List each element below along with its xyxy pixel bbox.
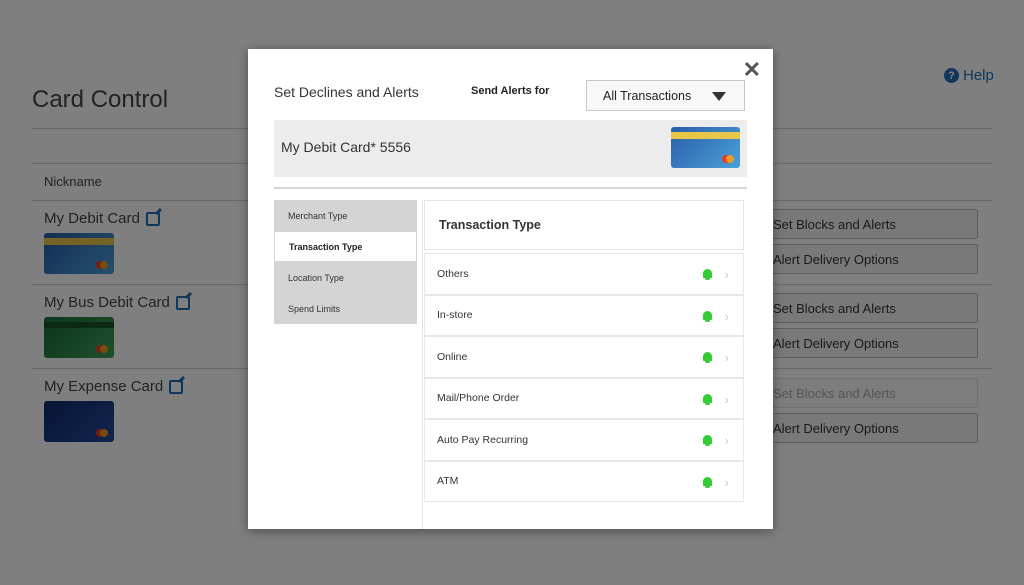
chevron-right-icon: › [724,308,729,324]
bell-icon [702,352,713,363]
row-label: Auto Pay Recurring [437,433,529,446]
row-label: ATM [437,475,459,488]
row-label: In-store [437,309,473,322]
list-item[interactable]: ATM › [424,460,744,502]
selected-card-label: My Debit Card* 5556 [281,139,411,155]
set-declines-alerts-modal: ✕ Set Declines and Alerts Send Alerts fo… [248,49,773,529]
divider [274,187,747,189]
nav-location-type[interactable]: Location Type [274,262,417,293]
card-image [671,127,740,168]
list-item[interactable]: In-store › [424,294,744,336]
bell-icon [702,393,713,405]
list-item[interactable]: Online › [424,336,744,378]
chevron-right-icon: › [724,350,729,365]
caret-down-icon [712,92,726,101]
row-label: Online [437,350,468,363]
chevron-right-icon: › [724,474,729,490]
chevron-right-icon: › [724,433,729,448]
row-label: Others [437,267,469,280]
send-alerts-label: Send Alerts for [471,85,550,97]
chevron-right-icon: › [724,391,729,407]
list-item[interactable]: Auto Pay Recurring › [424,419,744,461]
list-item[interactable]: Mail/Phone Order › [424,377,744,419]
mastercard-icon [722,155,734,163]
selected-card-banner: My Debit Card* 5556 [274,120,747,177]
send-alerts-value: All Transactions [603,88,692,103]
panel-title: Transaction Type [424,200,744,250]
close-icon[interactable]: ✕ [743,57,761,83]
send-alerts-select[interactable]: All Transactions [586,80,745,111]
nav-spend-limits[interactable]: Spend Limits [274,293,417,324]
bell-icon [702,435,713,446]
bell-icon [702,310,713,322]
modal-title: Set Declines and Alerts [274,84,419,100]
divider [422,200,423,529]
chevron-right-icon: › [724,267,729,282]
transaction-type-panel: Transaction Type Others › In-store › Onlin… [424,200,744,502]
bell-icon [702,476,713,488]
category-nav: Merchant Type Transaction Type Location … [274,200,417,324]
bell-icon [702,269,713,280]
row-label: Mail/Phone Order [437,392,520,405]
nav-transaction-type[interactable]: Transaction Type [274,231,417,262]
list-item[interactable]: Others › [424,253,744,295]
nav-merchant-type[interactable]: Merchant Type [274,200,417,231]
